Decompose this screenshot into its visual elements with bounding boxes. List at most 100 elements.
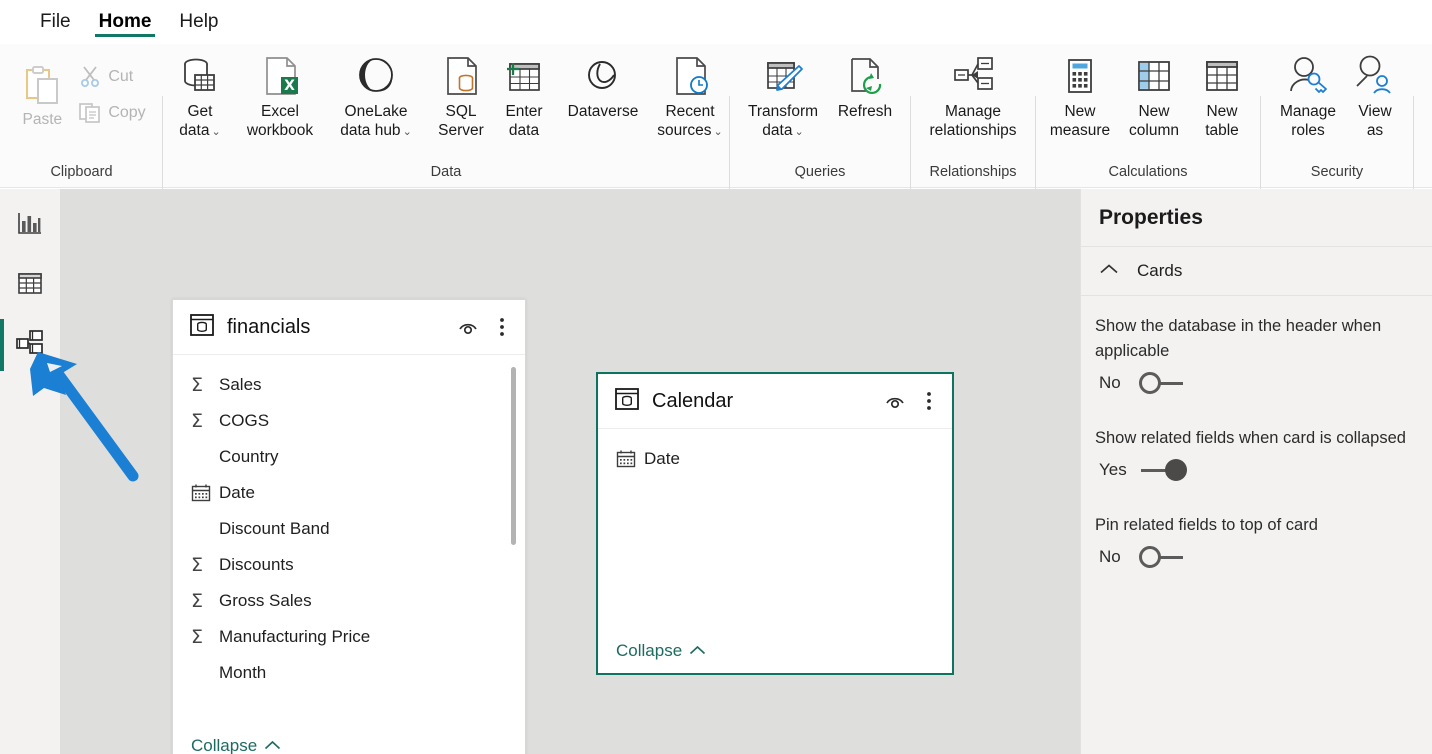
copy-button[interactable]: Copy — [71, 94, 149, 130]
sidebar-item-report-view[interactable] — [0, 195, 60, 255]
ribbon-tab-bar: File Home Help — [0, 0, 1432, 44]
relationships-icon — [950, 50, 996, 102]
new-measure-label: New measure — [1049, 102, 1111, 140]
get-data-button[interactable]: Get data⌄ — [163, 44, 237, 142]
toggle-knob — [1139, 546, 1161, 568]
property-row-pin-related-fields: Pin related fields to top of card No — [1081, 481, 1432, 568]
hide-eye-icon[interactable] — [882, 388, 908, 414]
toggle-value: No — [1099, 373, 1127, 393]
toggle-switch-show-database-in-header[interactable] — [1139, 372, 1187, 394]
onelake-data-hub-button[interactable]: OneLake data hub⌄ — [323, 44, 429, 142]
chevron-up-icon — [264, 736, 281, 754]
card-vertical-scrollbar[interactable] — [511, 367, 516, 545]
ribbon-group-label-queries: Queries — [730, 165, 910, 179]
recent-sources-label: Recent sources⌄ — [657, 102, 723, 142]
chevron-up-icon — [689, 641, 706, 661]
transform-data-icon — [760, 50, 806, 102]
sigma-measure-icon: Σ — [191, 556, 219, 575]
refresh-icon — [842, 50, 888, 102]
more-options-icon[interactable] — [489, 314, 515, 340]
new-table-label: New table — [1197, 102, 1247, 140]
dataverse-label: Dataverse — [568, 102, 639, 121]
ribbon-group-label-relationships: Relationships — [911, 165, 1035, 179]
chevron-down-icon: ⌄ — [211, 126, 220, 138]
field-row[interactable]: Country — [173, 439, 525, 475]
tab-home-label: Home — [99, 11, 152, 33]
table-card-header[interactable]: Calendar — [598, 374, 952, 429]
refresh-button[interactable]: Refresh — [828, 44, 902, 121]
sigma-measure-icon: Σ — [191, 628, 219, 647]
field-row[interactable]: ΣDiscounts — [173, 547, 525, 583]
tab-home[interactable]: Home — [85, 0, 166, 44]
toggle-switch-pin-related-fields[interactable] — [1139, 546, 1187, 568]
table-card-header[interactable]: financials — [173, 300, 525, 355]
field-row[interactable]: Date — [173, 475, 525, 511]
field-row[interactable]: Date — [598, 441, 952, 477]
view-as-label: View as — [1353, 102, 1397, 140]
field-row[interactable]: Month — [173, 655, 525, 691]
field-row[interactable]: ΣGross Sales — [173, 583, 525, 619]
calendar-icon — [191, 483, 219, 503]
field-row[interactable]: ΣManufacturing Price — [173, 619, 525, 655]
sql-server-button[interactable]: SQL Server — [429, 44, 493, 140]
field-row[interactable]: ΣCOGS — [173, 403, 525, 439]
property-row-show-related-fields: Show related fields when card is collaps… — [1081, 394, 1432, 481]
ribbon-group-calculations: New measure New column — [1036, 44, 1260, 188]
dataverse-button[interactable]: Dataverse — [555, 44, 651, 121]
tab-help[interactable]: Help — [165, 0, 232, 44]
properties-section-cards[interactable]: Cards — [1081, 247, 1432, 296]
collapse-button[interactable]: Collapse — [616, 641, 706, 661]
recent-sources-icon — [667, 50, 713, 102]
manage-roles-label: Manage roles — [1277, 102, 1339, 140]
toggle-switch-show-related-fields[interactable] — [1139, 459, 1187, 481]
calculator-icon — [1057, 50, 1103, 102]
chevron-up-icon[interactable] — [1099, 262, 1119, 280]
new-column-icon — [1131, 50, 1177, 102]
properties-title: Properties — [1081, 189, 1432, 247]
cut-button[interactable]: Cut — [71, 58, 149, 94]
sidebar-item-table-view[interactable] — [0, 255, 60, 315]
paste-button[interactable]: Paste — [13, 48, 71, 129]
new-table-button[interactable]: New table — [1190, 44, 1254, 140]
toggle-knob — [1139, 372, 1161, 394]
table-card-financials[interactable]: financials — [172, 299, 526, 754]
toggle-track — [1141, 469, 1167, 472]
table-card-calendar[interactable]: Calendar — [596, 372, 954, 675]
excel-workbook-button[interactable]: X Excel workbook — [237, 44, 323, 140]
recent-sources-button[interactable]: Recent sources⌄ — [651, 44, 729, 142]
field-row[interactable]: Discount Band — [173, 511, 525, 547]
property-label: Show related fields when card is collaps… — [1095, 426, 1422, 451]
table-card-header-actions — [455, 314, 515, 340]
transform-data-button[interactable]: Transform data⌄ — [738, 44, 828, 142]
table-icon — [614, 386, 640, 417]
new-column-button[interactable]: New column — [1118, 44, 1190, 140]
collapse-label: Collapse — [191, 736, 257, 754]
enter-data-button[interactable]: Enter data — [493, 44, 555, 140]
model-canvas[interactable]: financials — [60, 189, 1080, 754]
get-data-label: Get data⌄ — [170, 102, 230, 142]
ribbon-group-label-calculations: Calculations — [1036, 165, 1260, 179]
sigma-measure-icon: Σ — [191, 376, 219, 395]
table-card-title: Calendar — [652, 390, 733, 413]
table-card-footer: Collapse — [598, 641, 706, 673]
toggle-knob — [1165, 459, 1187, 481]
more-options-icon[interactable] — [916, 388, 942, 414]
hide-eye-icon[interactable] — [455, 314, 481, 340]
new-measure-button[interactable]: New measure — [1042, 44, 1118, 140]
manage-roles-button[interactable]: Manage roles — [1270, 44, 1346, 140]
field-row[interactable]: ΣSales — [173, 367, 525, 403]
properties-section-label: Cards — [1137, 261, 1182, 281]
sql-file-icon — [438, 50, 484, 102]
scissors-icon — [75, 61, 105, 91]
view-as-button[interactable]: View as — [1346, 44, 1404, 140]
table-card-title: financials — [227, 316, 310, 339]
manage-relationships-button[interactable]: Manage relationships — [918, 44, 1028, 140]
sidebar-item-model-view[interactable] — [0, 315, 60, 375]
collapse-label: Collapse — [616, 641, 682, 661]
power-bi-desktop-window: File Home Help Paste — [0, 0, 1432, 754]
property-toggle-group: No — [1095, 372, 1422, 394]
chevron-down-icon: ⌄ — [714, 126, 723, 138]
tab-file[interactable]: File — [26, 0, 85, 44]
collapse-button[interactable]: Collapse — [191, 736, 281, 754]
database-table-icon — [177, 50, 223, 102]
